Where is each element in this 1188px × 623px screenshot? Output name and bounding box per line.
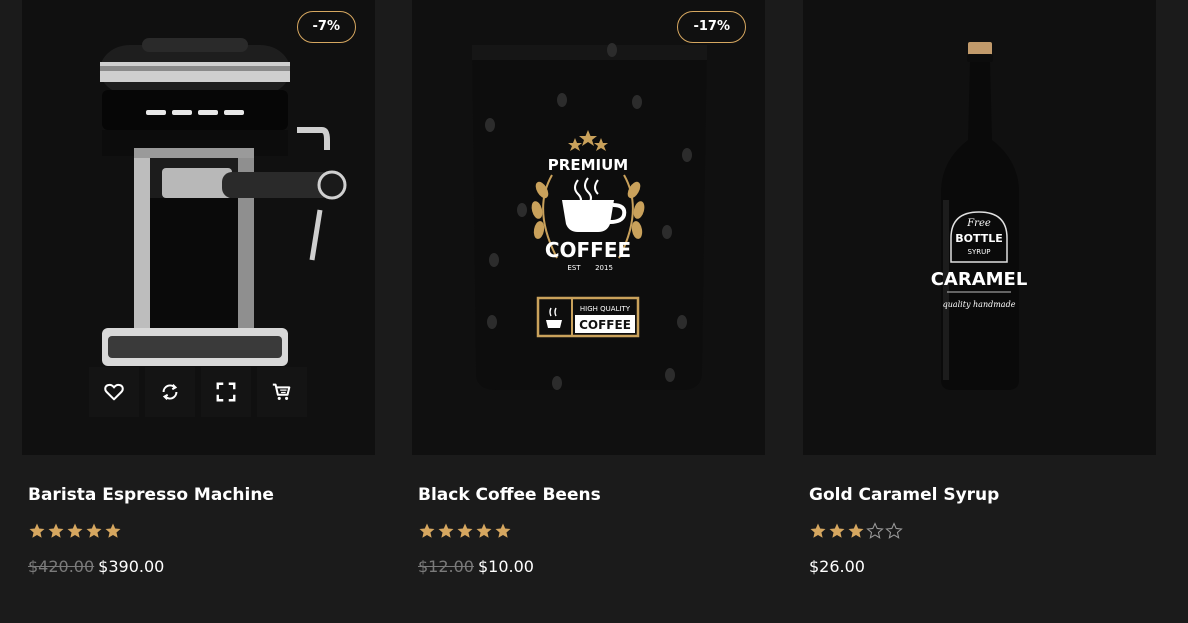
compare-button[interactable] (145, 367, 195, 417)
product-price: $420.00 $390.00 (28, 557, 164, 576)
package-quality: HIGH QUALITY (580, 305, 631, 313)
label-sub: SYRUP (968, 248, 991, 256)
star-filled-icon (829, 523, 845, 538)
star-filled-icon (438, 523, 454, 538)
product-price: $26.00 (809, 557, 865, 576)
star-rating (418, 522, 512, 540)
coffee-bag-image: PREMIUM COFFEE EST 2015 HIGH QUALITY COF… (472, 43, 707, 390)
product-title[interactable]: Gold Caramel Syrup (809, 485, 999, 505)
package-name: COFFEE (545, 238, 631, 262)
label-top: Free (966, 218, 991, 229)
star-filled-icon (105, 523, 121, 538)
current-price: $26.00 (809, 557, 865, 576)
star-filled-icon (29, 523, 45, 538)
star-filled-icon (86, 523, 102, 538)
product-actions (89, 367, 307, 417)
product-card: -7% Barista Espresso Machine $420.00 $390… (22, 0, 375, 576)
discount-badge: -7% (296, 11, 356, 43)
label-tagline: quality handmade (943, 300, 1016, 309)
product-price: $12.00 $10.00 (418, 557, 534, 576)
star-filled-icon (495, 523, 511, 538)
old-price: $420.00 (28, 557, 95, 576)
product-grid: -7% Barista Espresso Machine $420.00 $390… (0, 0, 1188, 623)
star-filled-icon (67, 523, 83, 538)
old-price: $12.00 (418, 557, 474, 576)
discount-badge: -17% (677, 11, 746, 43)
label-mid: BOTTLE (955, 232, 1003, 245)
syrup-bottle-image: Free BOTTLE SYRUP CARAMEL quality handma… (931, 42, 1028, 390)
star-filled-icon (48, 523, 64, 538)
product-title[interactable]: Barista Espresso Machine (28, 485, 274, 505)
product-image[interactable]: Free BOTTLE SYRUP CARAMEL quality handma… (803, 0, 1156, 455)
product-card: PREMIUM COFFEE EST 2015 HIGH QUALITY COF… (412, 0, 765, 576)
package-quality-name: COFFEE (579, 318, 631, 332)
cart-icon (272, 383, 291, 400)
package-est: EST (567, 264, 581, 272)
star-empty-icon (866, 522, 884, 539)
add-to-cart-button[interactable] (257, 367, 307, 417)
current-price: $390.00 (98, 557, 165, 576)
star-empty-icon (885, 522, 903, 539)
star-filled-icon (419, 523, 435, 538)
product-image[interactable]: -7% (22, 0, 375, 455)
refresh-icon (162, 383, 178, 401)
star-filled-icon (810, 523, 826, 538)
package-year: 2015 (595, 264, 613, 272)
product-title[interactable]: Black Coffee Beens (418, 485, 601, 505)
product-image[interactable]: PREMIUM COFFEE EST 2015 HIGH QUALITY COF… (412, 0, 765, 455)
star-filled-icon (457, 523, 473, 538)
wishlist-button[interactable] (89, 367, 139, 417)
current-price: $10.00 (477, 557, 534, 576)
star-rating (28, 522, 122, 540)
star-filled-icon (848, 523, 864, 538)
product-card: Free BOTTLE SYRUP CARAMEL quality handma… (803, 0, 1156, 576)
quick-view-button[interactable] (201, 367, 251, 417)
star-filled-icon (476, 523, 492, 538)
package-arc-text: PREMIUM (548, 156, 628, 174)
fullscreen-icon (216, 382, 236, 402)
heart-icon (104, 383, 124, 401)
label-name: CARAMEL (931, 269, 1028, 290)
star-rating (809, 522, 903, 540)
